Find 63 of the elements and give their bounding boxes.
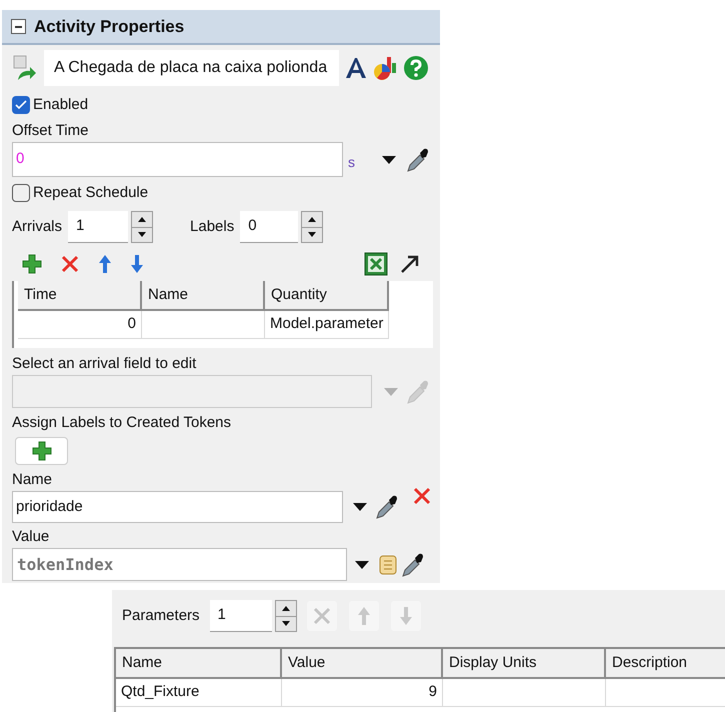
panel-title: Activity Properties: [34, 16, 184, 38]
field-label: Arrivals: [12, 217, 62, 237]
column-header[interactable]: Quantity: [265, 281, 389, 311]
spinner-control[interactable]: [131, 211, 154, 243]
down-arrow-icon[interactable]: [130, 254, 144, 274]
parameters-field[interactable]: 1: [210, 600, 272, 632]
column-header[interactable]: Value: [282, 649, 443, 679]
checkmark-icon: [15, 100, 27, 110]
field-label: Parameters: [122, 606, 200, 626]
column-header[interactable]: Time: [18, 281, 142, 311]
spreadsheet-icon[interactable]: [364, 252, 388, 276]
checkbox-label: Enabled: [33, 95, 88, 115]
column-header[interactable]: Description: [606, 649, 725, 679]
add-label-button[interactable]: [15, 437, 68, 465]
column-header[interactable]: Display Units: [443, 649, 606, 679]
offset-time-field[interactable]: 0: [12, 142, 343, 177]
chart-icon[interactable]: [373, 55, 397, 81]
down-triangle-icon: [308, 232, 316, 238]
table-cell: 9: [282, 679, 443, 707]
add-icon[interactable]: [22, 254, 42, 274]
field-label: Select an arrival field to edit: [12, 354, 198, 374]
label-name-field[interactable]: prioridade: [12, 491, 343, 523]
plus-icon[interactable]: [32, 441, 52, 461]
eyedropper-icon[interactable]: [406, 146, 430, 172]
panel-header[interactable]: Activity Properties: [2, 10, 440, 45]
table-arrow-icon[interactable]: [12, 54, 38, 82]
up-arrow-icon[interactable]: [98, 254, 112, 274]
down-triangle-icon: [138, 232, 146, 238]
help-icon[interactable]: [403, 55, 429, 81]
up-triangle-icon: [308, 216, 316, 222]
spinner-control[interactable]: [301, 211, 324, 243]
eyedropper-icon[interactable]: [375, 494, 399, 520]
table-cell: Qtd_Fixture: [116, 679, 282, 707]
field-label: Labels: [190, 217, 234, 237]
field-label: Assign Labels to Created Tokens: [12, 413, 232, 433]
activity-name-field[interactable]: A Chegada de placa na caixa polionda: [44, 50, 339, 86]
labels-field[interactable]: 0: [240, 211, 298, 243]
field-label: Value: [12, 527, 50, 547]
eyedropper-icon[interactable]: [401, 552, 425, 578]
checkbox[interactable]: [12, 184, 30, 202]
diagonal-arrow-icon[interactable]: [400, 254, 420, 274]
checkbox[interactable]: [12, 96, 30, 114]
arrivals-field[interactable]: 1: [68, 211, 128, 243]
field-label: Offset Time: [12, 121, 90, 141]
unit-label: s: [348, 153, 355, 172]
up-triangle-icon: [138, 216, 146, 222]
field-label: Name: [12, 470, 52, 490]
down-triangle-icon: [282, 621, 290, 626]
collapse-icon[interactable]: [11, 19, 26, 34]
column-header[interactable]: Name: [142, 281, 265, 311]
checkbox-label: Repeat Schedule: [33, 183, 148, 203]
delete-icon[interactable]: [60, 254, 80, 274]
label-value-field[interactable]: tokenIndex: [12, 548, 347, 581]
table-cell: Model.parameter: [265, 311, 389, 339]
caret-icon[interactable]: [382, 156, 396, 164]
up-triangle-icon: [282, 606, 290, 611]
column-header[interactable]: Name: [116, 649, 282, 679]
spinner-control[interactable]: [274, 600, 297, 632]
caret-icon[interactable]: [355, 560, 369, 568]
font-icon[interactable]: [345, 56, 367, 80]
caret-icon[interactable]: [353, 503, 367, 511]
remove-label-icon[interactable]: [412, 486, 432, 506]
table-cell: 0: [18, 311, 142, 339]
